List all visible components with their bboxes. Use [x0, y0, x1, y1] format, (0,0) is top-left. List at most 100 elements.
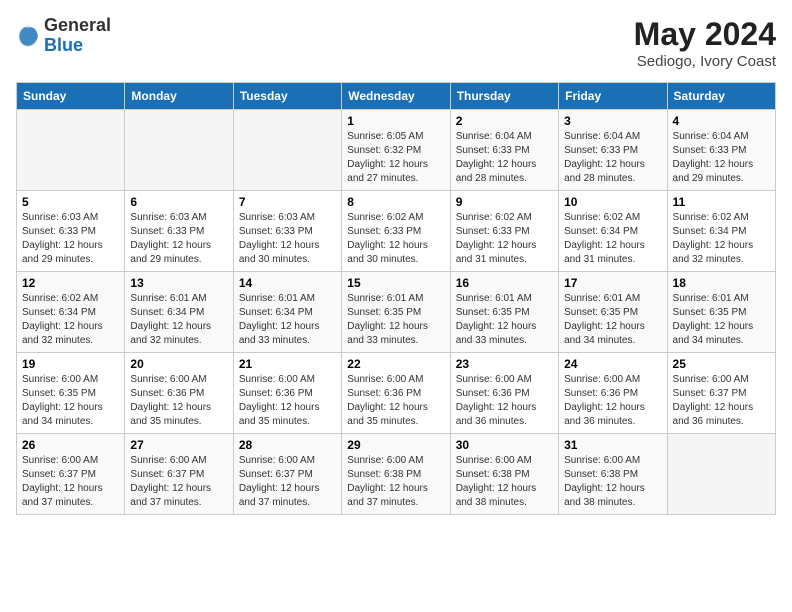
day-number: 19 [22, 357, 119, 371]
calendar-cell: 11 Sunrise: 6:02 AM Sunset: 6:34 PM Dayli… [667, 191, 775, 272]
day-info: Sunrise: 6:00 AM Sunset: 6:38 PM Dayligh… [347, 454, 444, 510]
day-info: Sunrise: 6:02 AM Sunset: 6:33 PM Dayligh… [347, 211, 444, 267]
day-number: 24 [564, 357, 661, 371]
calendar-cell [233, 110, 341, 191]
week-row-5: 26 Sunrise: 6:00 AM Sunset: 6:37 PM Dayli… [17, 434, 776, 515]
day-info: Sunrise: 6:00 AM Sunset: 6:37 PM Dayligh… [22, 454, 119, 510]
location-subtitle: Sediogo, Ivory Coast [634, 53, 776, 70]
day-number: 8 [347, 195, 444, 209]
day-info: Sunrise: 6:00 AM Sunset: 6:36 PM Dayligh… [239, 373, 336, 429]
calendar-cell: 12 Sunrise: 6:02 AM Sunset: 6:34 PM Dayli… [17, 272, 125, 353]
day-info: Sunrise: 6:00 AM Sunset: 6:36 PM Dayligh… [564, 373, 661, 429]
day-info: Sunrise: 6:00 AM Sunset: 6:37 PM Dayligh… [130, 454, 227, 510]
calendar-cell: 30Sunrise: 6:00 AM Sunset: 6:38 PM Dayli… [450, 434, 558, 515]
day-info: Sunrise: 6:00 AM Sunset: 6:38 PM Dayligh… [564, 454, 661, 510]
calendar-cell: 26 Sunrise: 6:00 AM Sunset: 6:37 PM Dayli… [17, 434, 125, 515]
day-of-week-saturday: Saturday [667, 83, 775, 110]
month-year-title: May 2024 [634, 16, 776, 53]
day-number: 12 [22, 276, 119, 290]
calendar-cell [125, 110, 233, 191]
day-info: Sunrise: 6:04 AM Sunset: 6:33 PM Dayligh… [456, 130, 553, 186]
calendar-cell: 14 Sunrise: 6:01 AM Sunset: 6:34 PM Dayli… [233, 272, 341, 353]
calendar-cell: 27 Sunrise: 6:00 AM Sunset: 6:37 PM Dayli… [125, 434, 233, 515]
day-info: Sunrise: 6:01 AM Sunset: 6:35 PM Dayligh… [564, 292, 661, 348]
calendar-cell: 21 Sunrise: 6:00 AM Sunset: 6:36 PM Dayli… [233, 353, 341, 434]
day-of-week-friday: Friday [559, 83, 667, 110]
day-info: Sunrise: 6:00 AM Sunset: 6:36 PM Dayligh… [130, 373, 227, 429]
title-block: May 2024 Sediogo, Ivory Coast [634, 16, 776, 70]
day-info: Sunrise: 6:04 AM Sunset: 6:33 PM Dayligh… [564, 130, 661, 186]
day-info: Sunrise: 6:01 AM Sunset: 6:34 PM Dayligh… [130, 292, 227, 348]
calendar-cell: 9 Sunrise: 6:02 AM Sunset: 6:33 PM Daylig… [450, 191, 558, 272]
days-of-week-row: SundayMondayTuesdayWednesdayThursdayFrid… [17, 83, 776, 110]
day-info: Sunrise: 6:01 AM Sunset: 6:35 PM Dayligh… [456, 292, 553, 348]
calendar-cell: 8 Sunrise: 6:02 AM Sunset: 6:33 PM Daylig… [342, 191, 450, 272]
calendar-cell: 6Sunrise: 6:03 AM Sunset: 6:33 PM Daylig… [125, 191, 233, 272]
calendar-cell: 5Sunrise: 6:03 AM Sunset: 6:33 PM Daylig… [17, 191, 125, 272]
calendar-cell: 1Sunrise: 6:05 AM Sunset: 6:32 PM Daylig… [342, 110, 450, 191]
day-info: Sunrise: 6:00 AM Sunset: 6:36 PM Dayligh… [347, 373, 444, 429]
day-number: 10 [564, 195, 661, 209]
day-info: Sunrise: 6:02 AM Sunset: 6:34 PM Dayligh… [22, 292, 119, 348]
day-of-week-wednesday: Wednesday [342, 83, 450, 110]
calendar-cell: 20 Sunrise: 6:00 AM Sunset: 6:36 PM Dayli… [125, 353, 233, 434]
day-info: Sunrise: 6:03 AM Sunset: 6:33 PM Dayligh… [130, 211, 227, 267]
day-number: 28 [239, 438, 336, 452]
day-number: 18 [673, 276, 770, 290]
day-number: 31 [564, 438, 661, 452]
day-of-week-thursday: Thursday [450, 83, 558, 110]
day-number: 3 [564, 114, 661, 128]
week-row-3: 12 Sunrise: 6:02 AM Sunset: 6:34 PM Dayli… [17, 272, 776, 353]
calendar-cell: 22 Sunrise: 6:00 AM Sunset: 6:36 PM Dayli… [342, 353, 450, 434]
day-info: Sunrise: 6:03 AM Sunset: 6:33 PM Dayligh… [22, 211, 119, 267]
day-info: Sunrise: 6:01 AM Sunset: 6:35 PM Dayligh… [673, 292, 770, 348]
day-of-week-sunday: Sunday [17, 83, 125, 110]
day-info: Sunrise: 6:03 AM Sunset: 6:33 PM Dayligh… [239, 211, 336, 267]
calendar-cell: 18 Sunrise: 6:01 AM Sunset: 6:35 PM Dayli… [667, 272, 775, 353]
day-number: 7 [239, 195, 336, 209]
day-info: Sunrise: 6:02 AM Sunset: 6:34 PM Dayligh… [673, 211, 770, 267]
calendar-cell: 13Sunrise: 6:01 AM Sunset: 6:34 PM Dayli… [125, 272, 233, 353]
day-info: Sunrise: 6:01 AM Sunset: 6:34 PM Dayligh… [239, 292, 336, 348]
day-number: 29 [347, 438, 444, 452]
logo: General Blue [16, 16, 111, 56]
day-info: Sunrise: 6:04 AM Sunset: 6:33 PM Dayligh… [673, 130, 770, 186]
day-info: Sunrise: 6:02 AM Sunset: 6:33 PM Dayligh… [456, 211, 553, 267]
day-number: 14 [239, 276, 336, 290]
day-number: 21 [239, 357, 336, 371]
day-number: 26 [22, 438, 119, 452]
calendar-cell: 3 Sunrise: 6:04 AM Sunset: 6:33 PM Daylig… [559, 110, 667, 191]
day-number: 27 [130, 438, 227, 452]
calendar-cell: 7 Sunrise: 6:03 AM Sunset: 6:33 PM Daylig… [233, 191, 341, 272]
day-number: 11 [673, 195, 770, 209]
day-number: 20 [130, 357, 227, 371]
calendar-cell: 10 Sunrise: 6:02 AM Sunset: 6:34 PM Dayli… [559, 191, 667, 272]
day-info: Sunrise: 6:00 AM Sunset: 6:37 PM Dayligh… [673, 373, 770, 429]
day-of-week-monday: Monday [125, 83, 233, 110]
calendar-cell: 23 Sunrise: 6:00 AM Sunset: 6:36 PM Dayli… [450, 353, 558, 434]
calendar-cell: 24 Sunrise: 6:00 AM Sunset: 6:36 PM Dayli… [559, 353, 667, 434]
day-number: 2 [456, 114, 553, 128]
calendar-cell: 31 Sunrise: 6:00 AM Sunset: 6:38 PM Dayli… [559, 434, 667, 515]
week-row-1: 1Sunrise: 6:05 AM Sunset: 6:32 PM Daylig… [17, 110, 776, 191]
calendar-body: 1Sunrise: 6:05 AM Sunset: 6:32 PM Daylig… [17, 110, 776, 515]
day-number: 22 [347, 357, 444, 371]
calendar-cell: 15Sunrise: 6:01 AM Sunset: 6:35 PM Dayli… [342, 272, 450, 353]
calendar-cell: 2 Sunrise: 6:04 AM Sunset: 6:33 PM Daylig… [450, 110, 558, 191]
page-header: General Blue May 2024 Sediogo, Ivory Coa… [16, 16, 776, 70]
day-number: 16 [456, 276, 553, 290]
day-number: 9 [456, 195, 553, 209]
day-of-week-tuesday: Tuesday [233, 83, 341, 110]
day-number: 30 [456, 438, 553, 452]
logo-text: General Blue [44, 16, 111, 56]
day-number: 4 [673, 114, 770, 128]
day-info: Sunrise: 6:02 AM Sunset: 6:34 PM Dayligh… [564, 211, 661, 267]
day-number: 1 [347, 114, 444, 128]
day-number: 17 [564, 276, 661, 290]
day-info: Sunrise: 6:00 AM Sunset: 6:36 PM Dayligh… [456, 373, 553, 429]
day-number: 23 [456, 357, 553, 371]
calendar-cell: 29 Sunrise: 6:00 AM Sunset: 6:38 PM Dayli… [342, 434, 450, 515]
week-row-2: 5Sunrise: 6:03 AM Sunset: 6:33 PM Daylig… [17, 191, 776, 272]
logo-icon [16, 24, 40, 48]
calendar-cell: 25Sunrise: 6:00 AM Sunset: 6:37 PM Dayli… [667, 353, 775, 434]
